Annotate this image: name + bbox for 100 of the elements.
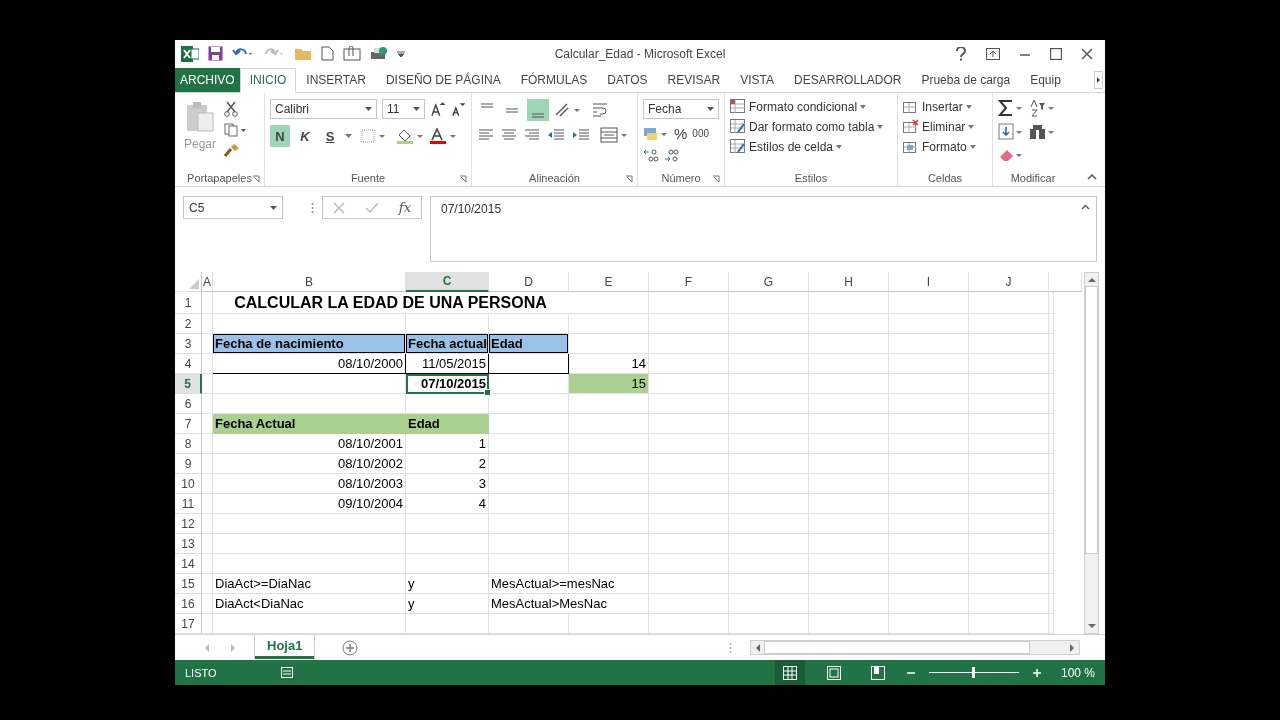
row-header[interactable]: 15 <box>175 574 202 595</box>
scroll-down-icon[interactable] <box>1087 624 1096 630</box>
normal-view-button[interactable] <box>774 660 805 685</box>
row-header[interactable]: 12 <box>175 514 202 535</box>
ribbon-tab[interactable]: DESARROLLADOR <box>784 67 912 93</box>
expand-caret-icon[interactable] <box>1081 204 1090 211</box>
row-header[interactable]: 9 <box>175 454 202 475</box>
column-header[interactable]: C <box>406 272 489 293</box>
fill-color-icon[interactable] <box>396 128 424 145</box>
help-icon[interactable] <box>955 46 967 61</box>
align-right-icon[interactable] <box>523 128 541 143</box>
decrease-indent-icon[interactable] <box>546 128 566 143</box>
italic-button[interactable]: K <box>295 125 315 148</box>
name-box[interactable]: C5 <box>183 196 283 220</box>
ribbon-tab[interactable]: FÓRMULAS <box>510 67 598 93</box>
column-header[interactable]: F <box>649 272 729 293</box>
row-header[interactable]: 5 <box>175 374 202 395</box>
column-header[interactable]: B <box>213 272 406 293</box>
row-header[interactable]: 17 <box>175 614 202 635</box>
collapse-ribbon-icon[interactable] <box>1087 173 1097 181</box>
zoom-level[interactable]: 100 % <box>1060 665 1095 680</box>
ribbon-display-icon[interactable] <box>986 47 1000 60</box>
grow-font-icon[interactable] <box>429 101 446 118</box>
launcher-icon[interactable] <box>459 175 467 184</box>
bold-button[interactable]: N <box>270 125 290 148</box>
scissors-icon[interactable] <box>224 101 239 118</box>
row-header[interactable]: 16 <box>175 594 202 615</box>
ribbon-tab[interactable]: INICIO <box>239 67 297 94</box>
row-header[interactable]: 11 <box>175 494 202 515</box>
zoom-slider-thumb[interactable] <box>971 667 975 678</box>
ribbon-tab[interactable]: INSERTAR <box>296 67 376 93</box>
column-header[interactable]: G <box>729 272 809 293</box>
row-header[interactable]: 4 <box>175 354 202 375</box>
maximize-icon[interactable] <box>1050 47 1062 60</box>
cells-menu-button[interactable]: Eliminar <box>903 119 987 135</box>
font-name-dropdown[interactable]: Calibri <box>270 99 377 120</box>
column-header[interactable]: H <box>809 272 889 293</box>
launcher-icon[interactable] <box>252 175 260 184</box>
row-header[interactable]: 8 <box>175 434 202 455</box>
scroll-up-icon[interactable] <box>1087 277 1096 283</box>
eraser-icon[interactable] <box>998 147 1024 164</box>
new-document-icon[interactable] <box>321 46 334 62</box>
scroll-right-icon[interactable] <box>1094 70 1103 89</box>
styles-menu-button[interactable]: Dar formato como tabla <box>730 119 892 135</box>
caret-icon[interactable] <box>345 134 352 139</box>
save-icon[interactable] <box>208 46 223 62</box>
ribbon-tab[interactable]: DATOS <box>597 67 658 93</box>
insert-function-button[interactable]: fx <box>398 200 411 216</box>
row-header[interactable]: 7 <box>175 414 202 435</box>
row-header[interactable]: 2 <box>175 314 202 335</box>
cells-menu-button[interactable]: Insertar <box>903 99 987 115</box>
formula-field[interactable]: 07/10/2015 <box>430 196 1097 263</box>
binoculars-icon[interactable] <box>1029 123 1055 142</box>
scroll-thumb[interactable] <box>764 641 1030 655</box>
vertical-scrollbar[interactable] <box>1084 272 1099 635</box>
ribbon-tab[interactable]: DISEÑO DE PÁGINA <box>375 67 511 93</box>
align-bottom-icon[interactable] <box>527 99 549 122</box>
printer-check-icon[interactable] <box>370 45 388 62</box>
horizontal-scrollbar[interactable] <box>750 640 1080 656</box>
row-header[interactable]: 13 <box>175 534 202 555</box>
font-color-icon[interactable] <box>429 128 457 145</box>
column-header[interactable]: E <box>569 272 649 293</box>
zoom-in-icon[interactable] <box>1032 668 1041 677</box>
merge-cells-icon[interactable] <box>600 127 628 144</box>
row-header[interactable]: 6 <box>175 394 202 415</box>
align-center-icon[interactable] <box>500 128 518 143</box>
cells-menu-button[interactable]: Formato <box>903 139 987 155</box>
scroll-left-icon[interactable] <box>755 643 760 652</box>
styles-menu-button[interactable]: Estilos de celda <box>730 139 892 155</box>
checkmark-icon[interactable] <box>364 201 379 214</box>
font-size-dropdown[interactable]: 11 <box>382 99 425 120</box>
decrease-decimal-icon[interactable] <box>664 148 680 163</box>
attachment-icon[interactable] <box>343 46 361 62</box>
column-header[interactable]: J <box>969 272 1049 293</box>
row-header[interactable]: 10 <box>175 474 202 495</box>
launcher-icon[interactable] <box>712 175 720 184</box>
align-left-icon[interactable] <box>477 128 495 143</box>
column-header[interactable]: I <box>889 272 969 293</box>
row-header[interactable]: 14 <box>175 554 202 575</box>
increase-decimal-icon[interactable] <box>643 148 659 163</box>
thousands-button[interactable]: 000 <box>692 128 710 140</box>
scroll-right-icon[interactable] <box>1070 643 1075 652</box>
copy-icon[interactable] <box>224 123 249 138</box>
ribbon-tab[interactable]: Equip <box>1020 67 1071 93</box>
add-sheet-icon[interactable] <box>342 639 359 656</box>
underline-button[interactable]: S <box>320 125 340 148</box>
launcher-icon[interactable] <box>625 175 633 184</box>
customize-caret-icon[interactable] <box>397 49 405 58</box>
percent-button[interactable]: % <box>674 125 688 143</box>
row-header[interactable]: 3 <box>175 334 202 355</box>
ribbon-tab[interactable]: ARCHIVO <box>175 67 240 93</box>
number-format-dropdown[interactable]: Fecha <box>643 99 719 120</box>
sum-icon[interactable] <box>998 99 1024 118</box>
shrink-font-icon[interactable] <box>450 101 466 118</box>
styles-menu-button[interactable]: Formato condicional <box>730 99 892 115</box>
scroll-thumb[interactable] <box>1085 286 1098 555</box>
ribbon-tab[interactable]: VISTA <box>730 67 785 93</box>
ribbon-tab[interactable]: Prueba de carga <box>911 67 1021 93</box>
sort-filter-icon[interactable] <box>1029 99 1055 118</box>
fill-down-icon[interactable] <box>998 123 1024 142</box>
